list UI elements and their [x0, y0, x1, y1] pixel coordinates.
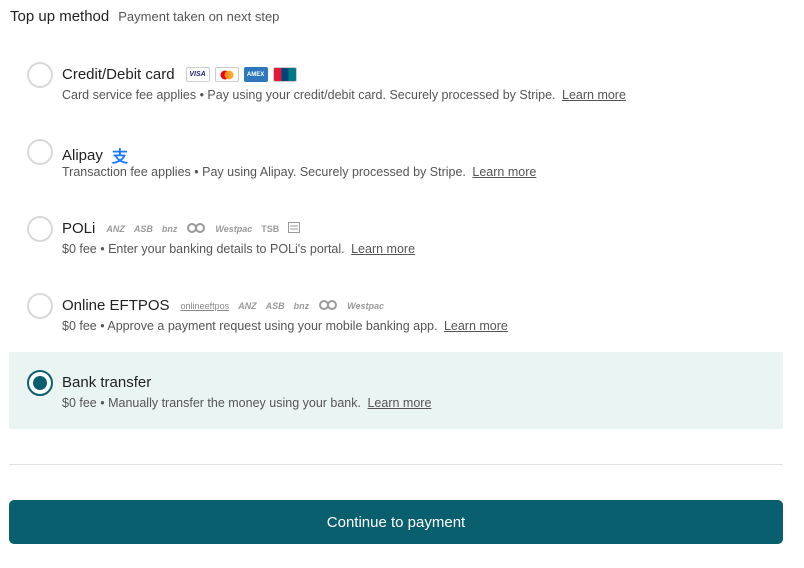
tsb-logo: TSB	[261, 223, 280, 234]
asb-logo: ASB	[265, 300, 285, 311]
page-title: Top up method	[10, 8, 110, 25]
option-description: $0 fee • Manually transfer the money usi…	[62, 396, 361, 410]
option-bank-transfer[interactable]: Bank transfer $0 fee • Manually transfer…	[9, 352, 783, 429]
option-description: Transaction fee applies • Pay using Alip…	[62, 165, 466, 179]
poli-radio[interactable]	[27, 216, 53, 242]
option-poli[interactable]: POLi ANZ ASB bnz Westpac TSB $0 fee • En…	[9, 207, 783, 284]
online-eftpos-radio[interactable]	[27, 293, 53, 319]
asb-logo: ASB	[133, 223, 153, 234]
option-description: $0 fee • Enter your banking details to P…	[62, 242, 345, 256]
divider	[9, 464, 783, 465]
bank-logos: ANZ ASB bnz Westpac	[238, 299, 393, 312]
learn-more-link[interactable]: Learn more	[367, 396, 431, 410]
alipay-icon: 支	[111, 149, 128, 166]
continue-to-payment-button[interactable]: Continue to payment	[9, 500, 783, 544]
option-online-eftpos[interactable]: Online EFTPOS onlineeftpos ANZ ASB bnz W…	[9, 284, 783, 361]
kiwibank-logo	[318, 299, 338, 312]
online-eftpos-logo: onlineeftpos	[180, 300, 230, 311]
option-title: Bank transfer	[62, 374, 152, 391]
option-alipay[interactable]: Alipay 支 Transaction fee applies • Pay u…	[9, 130, 783, 207]
header: Top up method Payment taken on next step	[10, 8, 279, 25]
learn-more-link[interactable]: Learn more	[562, 88, 626, 102]
option-title: POLi	[62, 220, 96, 237]
anz-logo: ANZ	[238, 300, 257, 311]
card-logos: VISA AMEX	[185, 67, 302, 82]
unionpay-icon	[272, 67, 297, 82]
anz-logo: ANZ	[106, 223, 125, 234]
option-description: $0 fee • Approve a payment request using…	[62, 319, 438, 333]
coop-logo	[288, 222, 301, 235]
bnz-logo: bnz	[161, 223, 178, 234]
learn-more-link[interactable]: Learn more	[351, 242, 415, 256]
option-credit-card[interactable]: Credit/Debit card VISA AMEX Card service…	[9, 53, 783, 130]
option-title: Credit/Debit card	[62, 66, 175, 83]
radio-selected-dot	[33, 376, 47, 390]
westpac-logo: Westpac	[215, 223, 253, 234]
bank-transfer-radio[interactable]	[27, 370, 53, 396]
learn-more-link[interactable]: Learn more	[444, 319, 508, 333]
learn-more-link[interactable]: Learn more	[472, 165, 536, 179]
credit-card-radio[interactable]	[27, 62, 53, 88]
option-title: Online EFTPOS	[62, 297, 170, 314]
kiwibank-logo	[186, 222, 206, 235]
mastercard-icon	[214, 67, 239, 82]
bank-logos: ANZ ASB bnz Westpac TSB	[106, 222, 309, 235]
westpac-logo: Westpac	[347, 300, 384, 311]
bnz-logo: bnz	[293, 300, 310, 311]
alipay-radio[interactable]	[27, 139, 53, 165]
option-description: Card service fee applies • Pay using you…	[62, 88, 556, 102]
page-subtitle: Payment taken on next step	[118, 9, 280, 24]
amex-icon: AMEX	[243, 67, 268, 82]
option-title: Alipay	[62, 146, 103, 164]
visa-icon: VISA	[185, 67, 210, 82]
